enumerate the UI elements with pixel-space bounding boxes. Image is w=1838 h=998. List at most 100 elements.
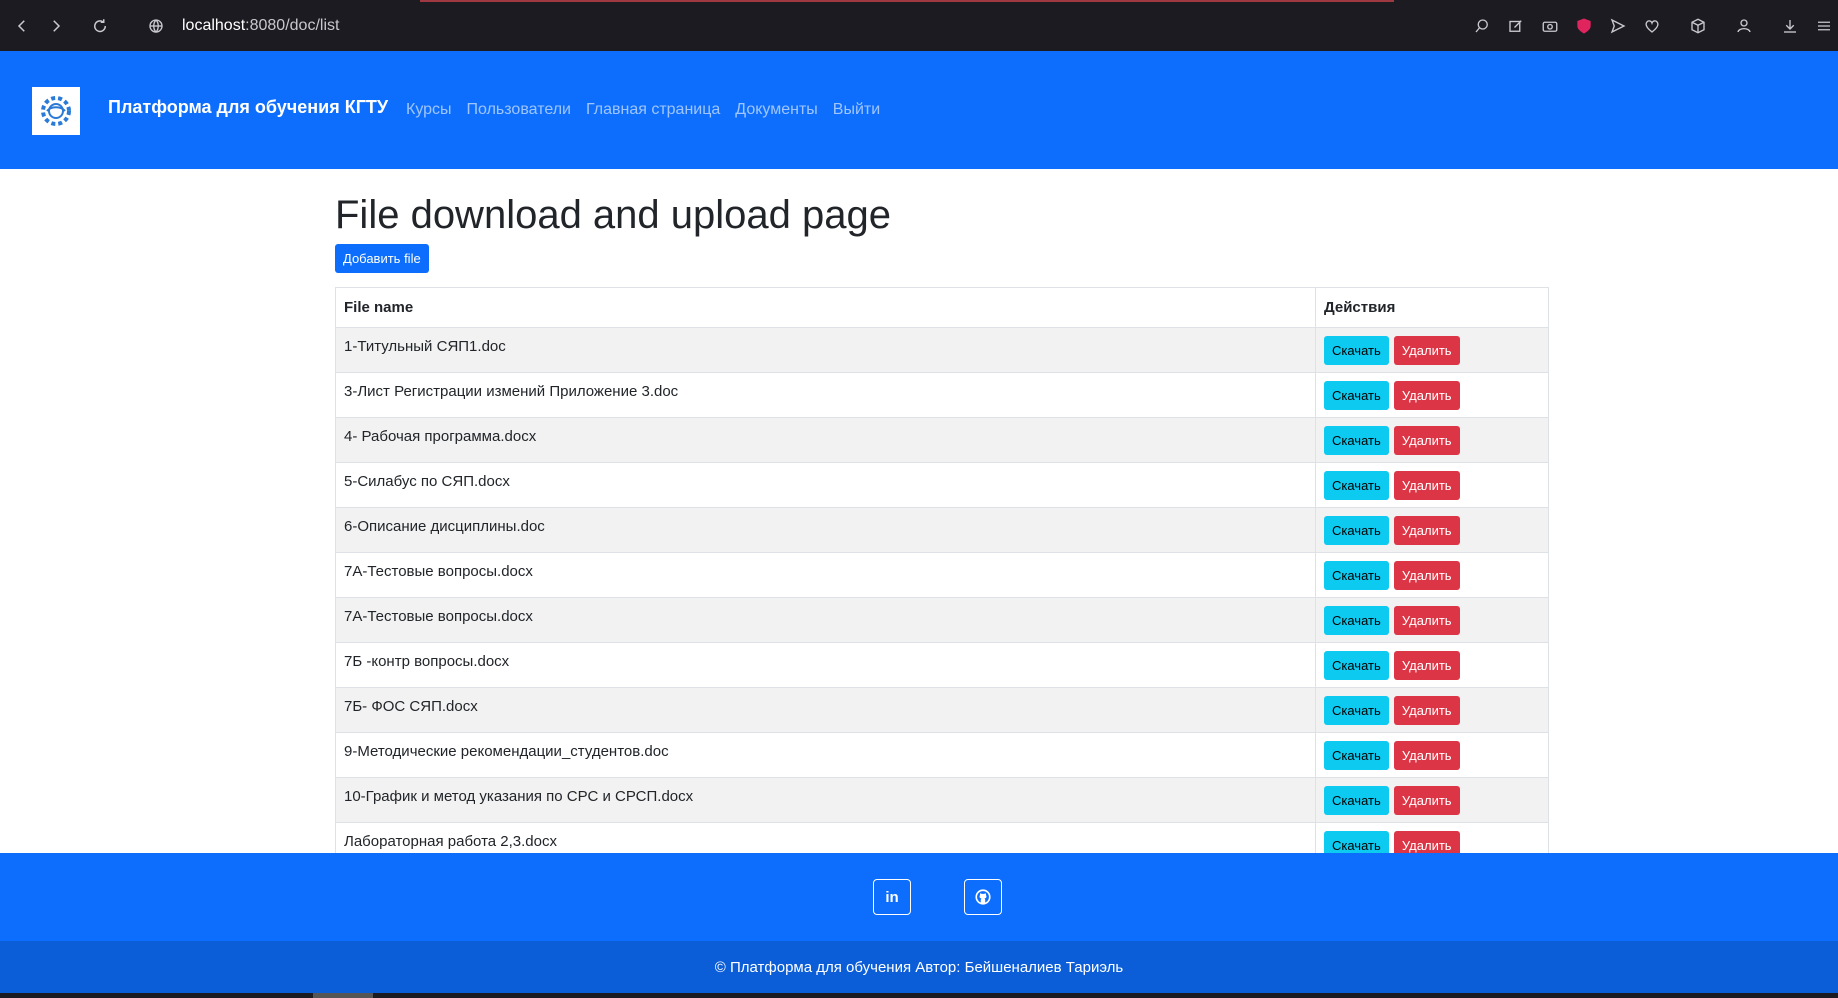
delete-button[interactable]: Удалить (1393, 470, 1460, 500)
file-name-cell: 7А-Тестовые вопросы.docx (335, 597, 1316, 643)
delete-button[interactable]: Удалить (1393, 560, 1460, 590)
delete-button[interactable]: Удалить (1393, 515, 1460, 545)
address-bar[interactable]: localhost:8080/doc/list (146, 10, 339, 42)
delete-button[interactable]: Удалить (1393, 605, 1460, 635)
download-button[interactable]: Скачать (1324, 425, 1389, 455)
footer-social: in (0, 853, 1838, 941)
file-name-cell: 7Б -контр вопросы.docx (335, 642, 1316, 688)
delete-button[interactable]: Удалить (1393, 380, 1460, 410)
add-file-button[interactable]: Добавить file (335, 244, 429, 273)
table-row: 7Б -контр вопросы.docx Скачать Удалить (335, 642, 1549, 688)
download-button[interactable]: Скачать (1324, 830, 1389, 853)
box-icon[interactable] (1688, 16, 1708, 36)
search-page-icon[interactable] (1472, 16, 1492, 36)
table-row: 4- Рабочая программа.docx Скачать Удалить (335, 417, 1549, 463)
reload-icon[interactable] (84, 10, 116, 42)
download-button[interactable]: Скачать (1324, 380, 1389, 410)
documents-table: File name Действия 1-Титульный СЯП1.doc С… (335, 287, 1549, 853)
main-content: File download and upload page Добавить f… (335, 169, 1549, 853)
file-name-cell: 4- Рабочая программа.docx (335, 417, 1316, 463)
table-row: 7Б- ФОС СЯП.docx Скачать Удалить (335, 687, 1549, 733)
column-header-actions: Действия (1315, 287, 1549, 328)
actions-cell: Скачать Удалить (1315, 327, 1549, 373)
gear-logo-icon (41, 96, 71, 126)
table-row: 7А-Тестовые вопросы.docx Скачать Удалить (335, 552, 1549, 598)
download-button[interactable]: Скачать (1324, 695, 1389, 725)
actions-cell: Скачать Удалить (1315, 552, 1549, 598)
download-button[interactable]: Скачать (1324, 470, 1389, 500)
page-title: File download and upload page (335, 193, 891, 237)
table-row: 3-Лист Регистрации измений Приложение 3.… (335, 372, 1549, 418)
top-navbar: Платформа для обучения КГТУ Курсы Пользо… (0, 51, 1838, 169)
actions-cell: Скачать Удалить (1315, 507, 1549, 553)
globe-icon (146, 16, 166, 36)
loading-line (420, 0, 1394, 2)
download-button[interactable]: Скачать (1324, 560, 1389, 590)
camera-icon[interactable] (1540, 16, 1560, 36)
nav-links: Курсы Пользователи Главная страница Доку… (406, 101, 880, 119)
table-row: 5-Силабус по СЯП.docx Скачать Удалить (335, 462, 1549, 508)
download-button[interactable]: Скачать (1324, 785, 1389, 815)
site-logo[interactable] (32, 87, 80, 135)
send-icon[interactable] (1608, 16, 1628, 36)
table-row: 6-Описание дисциплины.doc Скачать Удалить (335, 507, 1549, 553)
brand-name[interactable]: Платформа для обучения КГТУ (108, 97, 388, 118)
footer-copyright: © Платформа для обучения Автор: Бейшенал… (0, 941, 1838, 993)
file-name-cell: 7Б- ФОС СЯП.docx (335, 687, 1316, 733)
nav-link-home[interactable]: Главная страница (586, 101, 720, 119)
actions-cell: Скачать Удалить (1315, 822, 1549, 853)
file-name-cell: 9-Методические рекомендации_студентов.do… (335, 732, 1316, 778)
file-name-cell: 3-Лист Регистрации измений Приложение 3.… (335, 372, 1316, 418)
url-path: :8080/doc/list (245, 17, 340, 34)
edit-icon[interactable] (1506, 16, 1526, 36)
file-name-cell: 7А-Тестовые вопросы.docx (335, 552, 1316, 598)
menu-icon[interactable] (1814, 16, 1834, 36)
github-icon[interactable] (964, 879, 1002, 915)
table-header-row: File name Действия (335, 287, 1549, 328)
delete-button[interactable]: Удалить (1393, 740, 1460, 770)
browser-extension-icons (1472, 0, 1838, 51)
delete-button[interactable]: Удалить (1393, 830, 1460, 853)
delete-button[interactable]: Удалить (1393, 785, 1460, 815)
actions-cell: Скачать Удалить (1315, 597, 1549, 643)
download-button[interactable]: Скачать (1324, 515, 1389, 545)
download-icon[interactable] (1780, 16, 1800, 36)
delete-button[interactable]: Удалить (1393, 425, 1460, 455)
url-host: localhost (182, 17, 246, 34)
actions-cell: Скачать Удалить (1315, 372, 1549, 418)
nav-link-logout[interactable]: Выйти (833, 101, 880, 119)
nav-link-users[interactable]: Пользователи (467, 101, 571, 119)
taskbar-strip (0, 993, 1838, 998)
table-row: 10-График и метод указания по СРС и СРСП… (335, 777, 1549, 823)
scroll-thumb[interactable] (313, 993, 373, 998)
download-button[interactable]: Скачать (1324, 605, 1389, 635)
heart-icon[interactable] (1642, 16, 1662, 36)
file-name-cell: 6-Описание дисциплины.doc (335, 507, 1316, 553)
table-row: Лабораторная работа 2,3.docx Скачать Удал… (335, 822, 1549, 853)
linkedin-icon[interactable]: in (873, 879, 911, 915)
download-button[interactable]: Скачать (1324, 335, 1389, 365)
actions-cell: Скачать Удалить (1315, 777, 1549, 823)
actions-cell: Скачать Удалить (1315, 417, 1549, 463)
delete-button[interactable]: Удалить (1393, 335, 1460, 365)
table-row: 1-Титульный СЯП1.doc Скачать Удалить (335, 327, 1549, 373)
back-icon[interactable] (6, 10, 38, 42)
actions-cell: Скачать Удалить (1315, 462, 1549, 508)
file-name-cell: 1-Титульный СЯП1.doc (335, 327, 1316, 373)
actions-cell: Скачать Удалить (1315, 642, 1549, 688)
shield-icon[interactable] (1574, 16, 1594, 36)
nav-link-courses[interactable]: Курсы (406, 101, 452, 119)
nav-link-documents[interactable]: Документы (735, 101, 817, 119)
table-row: 7А-Тестовые вопросы.docx Скачать Удалить (335, 597, 1549, 643)
user-icon[interactable] (1734, 16, 1754, 36)
browser-toolbar: localhost:8080/doc/list (0, 0, 1838, 51)
forward-icon[interactable] (40, 10, 72, 42)
download-button[interactable]: Скачать (1324, 740, 1389, 770)
delete-button[interactable]: Удалить (1393, 650, 1460, 680)
delete-button[interactable]: Удалить (1393, 695, 1460, 725)
actions-cell: Скачать Удалить (1315, 732, 1549, 778)
url-text[interactable]: localhost:8080/doc/list (182, 17, 339, 35)
file-name-cell: 5-Силабус по СЯП.docx (335, 462, 1316, 508)
download-button[interactable]: Скачать (1324, 650, 1389, 680)
actions-cell: Скачать Удалить (1315, 687, 1549, 733)
